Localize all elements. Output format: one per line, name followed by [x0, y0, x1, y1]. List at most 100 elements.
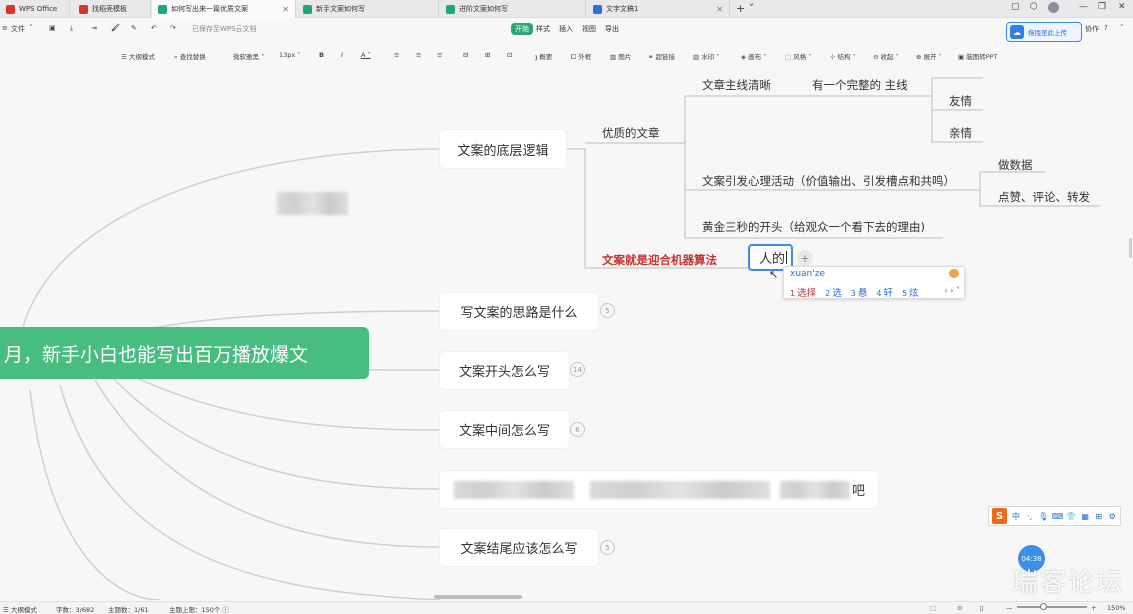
- canvas-button[interactable]: ◈ 画布 ˅: [741, 51, 766, 61]
- grid-menu-icon[interactable]: ⊞: [1094, 511, 1104, 521]
- italic-button[interactable]: I: [341, 51, 343, 59]
- zoom-slider-track[interactable]: [1017, 606, 1087, 608]
- find-replace-button[interactable]: ⌕ 查找替换: [174, 51, 206, 62]
- fit-page-icon[interactable]: ⬚: [930, 604, 936, 612]
- zoom-slider-knob[interactable]: [1040, 603, 1047, 610]
- collapsed-count-badge[interactable]: 5: [600, 303, 615, 318]
- hyperlink-button[interactable]: ⚭ 超链接: [648, 51, 675, 61]
- locate-icon[interactable]: ⊙: [957, 604, 962, 612]
- tab-active-document[interactable]: 如何写出来一篇优质文案 ✕: [152, 0, 296, 18]
- boundary-button[interactable]: ⧠ 外框: [571, 51, 591, 62]
- topic-blurred[interactable]: 吧: [440, 471, 878, 508]
- tab-newbie-copywriting[interactable]: 新手文案如何写: [297, 0, 439, 18]
- image-button[interactable]: ▨ 图片: [610, 51, 631, 61]
- font-size-select[interactable]: 13px ˅: [279, 51, 301, 59]
- root-topic[interactable]: 月，新手小白也能写出百万播放爆文: [0, 327, 369, 379]
- zoom-in-icon[interactable]: +: [1091, 604, 1096, 612]
- pen-icon[interactable]: ✎: [131, 24, 137, 32]
- subtopic-golden-three-seconds[interactable]: 黄金三秒的开头（给观众一个看下去的理由): [702, 219, 925, 235]
- minimize-icon[interactable]: —: [1079, 2, 1088, 12]
- chevron-down-icon[interactable]: ˅: [29, 24, 33, 32]
- help-icon[interactable]: ?: [1104, 24, 1108, 32]
- sogou-ime-toolbar[interactable]: S 中 ·, 🎙 ⌨ 👕 ▦ ⊞ ⚙: [988, 506, 1121, 526]
- subtopic-mainline[interactable]: 文章主线清晰: [702, 77, 771, 93]
- topic-ending[interactable]: 文案结尾应该怎么写: [440, 529, 598, 566]
- skin-icon[interactable]: 👕: [1066, 511, 1076, 521]
- settings-icon[interactable]: ⚙: [1107, 511, 1117, 521]
- subtopic-quality-article[interactable]: 优质的文章: [602, 125, 660, 141]
- collapse-button[interactable]: ⊖ 收起 ˅: [873, 51, 899, 61]
- redo-icon[interactable]: ↷: [170, 24, 176, 32]
- hamburger-icon[interactable]: ≡: [2, 24, 8, 32]
- align-right-icon[interactable]: ≡: [437, 51, 442, 59]
- window-layout-icon[interactable]: ▢: [1011, 2, 1020, 12]
- close-icon[interactable]: ✕: [716, 5, 723, 14]
- structure-button[interactable]: ⊹ 结构 ˅: [830, 51, 856, 61]
- keyboard-icon[interactable]: ⌨: [1052, 511, 1064, 521]
- topic-underlying-logic[interactable]: 文案的底层逻辑: [440, 130, 566, 168]
- tab-text-document[interactable]: 文字文稿1 ✕: [587, 0, 730, 18]
- bold-button[interactable]: B: [319, 51, 324, 59]
- subtopic-complete-mainline[interactable]: 有一个完整的 主线: [812, 77, 908, 93]
- subtopic-psychology[interactable]: 文案引发心理活动（价值输出、引发槽点和共鸣）: [702, 173, 955, 189]
- undo-icon[interactable]: ↶: [151, 24, 157, 32]
- tab-wps-office[interactable]: WPS Office: [0, 0, 70, 18]
- sogou-logo-icon[interactable]: S: [992, 508, 1008, 524]
- topic-opening[interactable]: 文案开头怎么写: [440, 352, 569, 389]
- ime-mode-toggle[interactable]: 中: [1011, 511, 1021, 521]
- close-icon[interactable]: ✕: [282, 5, 289, 14]
- topic-writing-approach[interactable]: 写文案的思路是什么: [440, 293, 598, 330]
- file-menu[interactable]: 文件: [11, 24, 25, 34]
- collaborate-button[interactable]: 协作: [1085, 24, 1099, 34]
- tab-template[interactable]: 找稻壳模板: [73, 0, 151, 18]
- tab-start[interactable]: 开始: [511, 23, 533, 35]
- toolbox-icon[interactable]: ▦: [1080, 511, 1090, 521]
- download-icon[interactable]: ⤓: [70, 24, 73, 33]
- collapse-ribbon-icon[interactable]: ˄: [1120, 24, 1124, 32]
- insert-sibling-icon[interactable]: ⊞: [485, 51, 490, 59]
- theme-style-button[interactable]: ⬚ 风格 ˅: [785, 51, 812, 61]
- mindmap-to-ppt-button[interactable]: ▣ 脑图转PPT: [958, 51, 998, 61]
- font-color-button[interactable]: A ˅: [361, 51, 371, 59]
- font-family-select[interactable]: 微软雅黑 ˅: [233, 51, 264, 61]
- export-icon[interactable]: ⇥: [91, 24, 97, 32]
- tab-style[interactable]: 样式: [536, 24, 550, 34]
- subtopic-do-data[interactable]: 做数据: [998, 157, 1033, 173]
- insert-child-icon[interactable]: ⊟: [463, 51, 468, 59]
- book-icon[interactable]: ▯: [980, 604, 984, 612]
- outline-mode-button[interactable]: ☰ 大纲模式: [121, 51, 155, 61]
- restore-icon[interactable]: ❐: [1098, 2, 1106, 12]
- subtopic-friendship[interactable]: 友情: [949, 93, 972, 109]
- tab-view[interactable]: 视图: [582, 24, 596, 34]
- tab-export[interactable]: 导出: [605, 24, 619, 34]
- ime-candidate-window[interactable]: xuan'ze 1 选择 2选 3悬 4轩 5炫 ‹ › ˅: [783, 266, 965, 299]
- ime-page-arrows-icon[interactable]: ‹ › ˅: [945, 286, 960, 295]
- ime-candidate[interactable]: 1 选择: [790, 285, 816, 299]
- outline-mode-toggle[interactable]: ☰ 大纲模式: [3, 604, 37, 614]
- topic-middle[interactable]: 文案中间怎么写: [440, 411, 569, 448]
- summary-button[interactable]: ⦘ 概要: [535, 51, 552, 62]
- expand-button[interactable]: ⊕ 展开 ˅: [916, 51, 942, 61]
- zoom-level[interactable]: 150%: [1107, 604, 1126, 612]
- tab-advanced-copywriting[interactable]: 进阶文案如何写: [440, 0, 586, 18]
- new-tab-plus-icon[interactable]: + ˅: [736, 2, 754, 15]
- ime-candidate[interactable]: 5炫: [902, 285, 919, 299]
- collapsed-count-badge[interactable]: 5: [600, 540, 615, 555]
- upload-drop-button[interactable]: ☁ 拖拽至此上传: [1006, 22, 1082, 42]
- punctuation-icon[interactable]: ·,: [1025, 511, 1035, 521]
- zoom-out-icon[interactable]: —: [1006, 604, 1013, 612]
- add-topic-plus-icon[interactable]: +: [797, 250, 813, 266]
- insert-parent-icon[interactable]: ⊡: [507, 51, 512, 59]
- cube-icon[interactable]: ⬡: [1030, 2, 1038, 12]
- align-center-icon[interactable]: ≡: [416, 51, 421, 59]
- save-icon[interactable]: ▣: [49, 24, 56, 32]
- ime-skin-icon[interactable]: [949, 269, 959, 278]
- close-window-icon[interactable]: ✕: [1118, 2, 1126, 12]
- avatar[interactable]: [1048, 2, 1059, 13]
- ime-candidate[interactable]: 4轩: [876, 285, 893, 299]
- align-left-icon[interactable]: ≡: [394, 51, 399, 59]
- tab-insert[interactable]: 插入: [559, 24, 573, 34]
- format-painter-icon[interactable]: 🖌: [111, 24, 120, 32]
- collapsed-count-badge[interactable]: 6: [570, 422, 585, 437]
- subtopic-algorithm[interactable]: 文案就是迎合机器算法: [602, 252, 717, 268]
